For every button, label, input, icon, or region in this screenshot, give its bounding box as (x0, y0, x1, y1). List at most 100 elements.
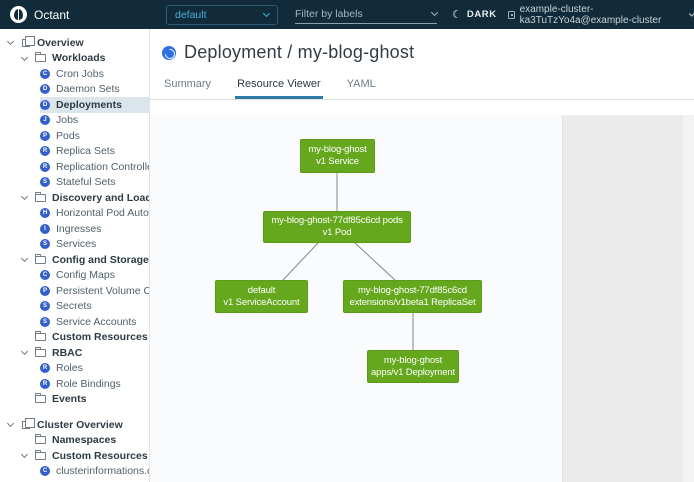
tab-summary[interactable]: Summary (162, 71, 213, 99)
sidebar-item-label: Workloads (52, 52, 105, 64)
overview-icon (22, 421, 30, 429)
graph-node-label: my-blog-ghost-77df85c6cd (344, 285, 481, 297)
dark-mode-toggle[interactable]: ☾ DARK (452, 0, 497, 29)
sidebar-item-jobs[interactable]: JJobs (0, 113, 149, 129)
sidebar-item-horizontal-pod-autoscalers[interactable]: HHorizontal Pod Autoscalers (0, 206, 149, 222)
scrollbar-track[interactable] (683, 115, 694, 482)
navigation-sidebar: OverviewWorkloadsCCron JobsDDaemon SetsD… (0, 29, 150, 482)
sidebar-item-label: Service Accounts (56, 316, 137, 328)
chevron-down-icon[interactable] (21, 54, 28, 61)
sidebar-item-secrets[interactable]: SSecrets (0, 299, 149, 315)
sidebar-item-stateful-sets[interactable]: SStateful Sets (0, 175, 149, 191)
tab-bar: Summary Resource Viewer YAML (150, 71, 694, 100)
graph-node-pod[interactable]: my-blog-ghost-77df85c6cd podsv1 Pod (263, 211, 411, 243)
chevron-down-icon[interactable] (21, 348, 28, 355)
dark-mode-label: DARK (467, 9, 497, 20)
chevron-down-icon (689, 10, 694, 16)
chevron-down-icon (431, 9, 438, 16)
sidebar-item-replica-sets[interactable]: RReplica Sets (0, 144, 149, 160)
folder-icon (35, 256, 46, 264)
folder-icon (35, 395, 46, 403)
sidebar-item-label: Services (56, 238, 96, 250)
sidebar-item-label: Ingresses (56, 223, 102, 235)
page-title: Deployment / my-blog-ghost (184, 42, 414, 63)
sidebar-item-roles[interactable]: RRoles (0, 361, 149, 377)
pods-icon: P (40, 131, 50, 141)
graph-node-label: v1 ServiceAccount (216, 297, 307, 309)
sidebar-item-overview[interactable]: Overview (0, 35, 149, 51)
sidebar-item-clusterinformations-crd-projec[interactable]: Cclusterinformations.crd.projec (0, 464, 149, 480)
tab-yaml[interactable]: YAML (345, 71, 378, 99)
chevron-down-icon[interactable] (21, 451, 28, 458)
sidebar-item-pods[interactable]: PPods (0, 128, 149, 144)
sidebar-item-label: Replica Sets (56, 145, 115, 157)
label-filter (295, 5, 437, 24)
graph-node-service[interactable]: my-blog-ghostv1 Service (300, 139, 375, 173)
sidebar-item-deployments[interactable]: DDeployments (0, 97, 149, 113)
graph-node-label: v1 Pod (264, 227, 410, 239)
sidebar-item-label: Role Bindings (56, 378, 121, 390)
chevron-down-icon[interactable] (7, 420, 14, 427)
sidebar-item-label: Cluster Overview (37, 419, 123, 431)
persistent-volume-claims-icon: P (40, 286, 50, 296)
sidebar-item-service-accounts[interactable]: S Service Accounts (0, 314, 149, 330)
sidebar-item-label: Overview (37, 37, 84, 49)
sidebar-item-role-bindings[interactable]: RRole Bindings (0, 376, 149, 392)
graph-node-deployment[interactable]: my-blog-ghostapps/v1 Deployment (367, 350, 459, 383)
sidebar-item-services[interactable]: SServices (0, 237, 149, 253)
sidebar-item-label: Cron Jobs (56, 68, 104, 80)
sidebar-item-cluster-overview[interactable]: Cluster Overview (0, 417, 149, 433)
graph-node-label: my-blog-ghost (368, 355, 458, 367)
namespace-select[interactable]: default (166, 5, 278, 25)
moon-icon: ☾ (452, 8, 462, 21)
sidebar-item-label: Replication Controllers (56, 161, 149, 173)
sidebar-item-ingresses[interactable]: I Ingresses (0, 221, 149, 237)
sidebar-item-config-and-storage[interactable]: Config and Storage (0, 252, 149, 268)
graph-node-label: apps/v1 Deployment (368, 367, 458, 379)
sidebar-item-label: clusterinformations.crd.projec (56, 465, 149, 477)
service-accounts-icon: S (40, 317, 50, 327)
chevron-down-icon[interactable] (21, 193, 28, 200)
resource-viewer-canvas: my-blog-ghostv1 Servicemy-blog-ghost-77d… (150, 115, 694, 482)
folder-icon (35, 194, 46, 202)
chevron-down-icon[interactable] (7, 38, 14, 45)
daemon-sets-icon: D (40, 84, 50, 94)
sidebar-item-label: Deployments (56, 99, 122, 111)
chevron-down-icon[interactable] (21, 255, 28, 262)
folder-icon (35, 452, 46, 460)
sidebar-item-label: Config Maps (56, 269, 115, 281)
sidebar-item-custom-resources[interactable]: Custom Resources (0, 330, 149, 346)
sidebar-item-events[interactable]: Events (0, 392, 149, 408)
tab-resource-viewer[interactable]: Resource Viewer (235, 71, 323, 99)
sidebar-item-custom-resources[interactable]: Custom Resources (0, 448, 149, 464)
folder-icon (35, 333, 46, 341)
sidebar-item-config-maps[interactable]: CConfig Maps (0, 268, 149, 284)
graph-node-label: default (216, 285, 307, 297)
sidebar-item-rbac[interactable]: RBAC (0, 345, 149, 361)
graph-node-serviceaccount[interactable]: defaultv1 ServiceAccount (215, 280, 308, 313)
ingresses-icon: I (40, 224, 50, 234)
graph-node-replicaset[interactable]: my-blog-ghost-77df85c6cdextensions/v1bet… (343, 280, 482, 313)
graph-node-label: my-blog-ghost-77df85c6cd pods (264, 215, 410, 227)
sidebar-item-namespaces[interactable]: Namespaces (0, 433, 149, 449)
roles-icon: R (40, 363, 50, 373)
app-header: Octant default ☾ DARK example-cluster-ka… (0, 0, 694, 29)
cluster-context-menu[interactable]: example-cluster-ka3TuTzYo4a@example-clus… (508, 0, 694, 29)
sidebar-item-label: Persistent Volume Claims (56, 285, 149, 297)
sidebar-item-label: Daemon Sets (56, 83, 120, 95)
graph-node-label: v1 Service (301, 156, 374, 168)
sidebar-item-label: Namespaces (52, 434, 116, 446)
sidebar-item-discovery-and-load-balancing[interactable]: Discovery and Load Balancing (0, 190, 149, 206)
chevron-down-icon (263, 10, 270, 17)
label-filter-input[interactable] (295, 8, 432, 20)
sidebar-item-replication-controllers[interactable]: RReplication Controllers (0, 159, 149, 175)
sidebar-item-label: Discovery and Load Balancing (52, 192, 149, 204)
sidebar-item-label: Custom Resources (52, 331, 148, 343)
sidebar-item-cron-jobs[interactable]: CCron Jobs (0, 66, 149, 82)
sidebar-item-persistent-volume-claims[interactable]: P Persistent Volume Claims (0, 283, 149, 299)
sidebar-item-label: Config and Storage (52, 254, 149, 266)
sidebar-item-workloads[interactable]: Workloads (0, 51, 149, 67)
graph-edge (283, 243, 318, 280)
sidebar-item-daemon-sets[interactable]: D Daemon Sets (0, 82, 149, 98)
brand: Octant (10, 6, 160, 23)
